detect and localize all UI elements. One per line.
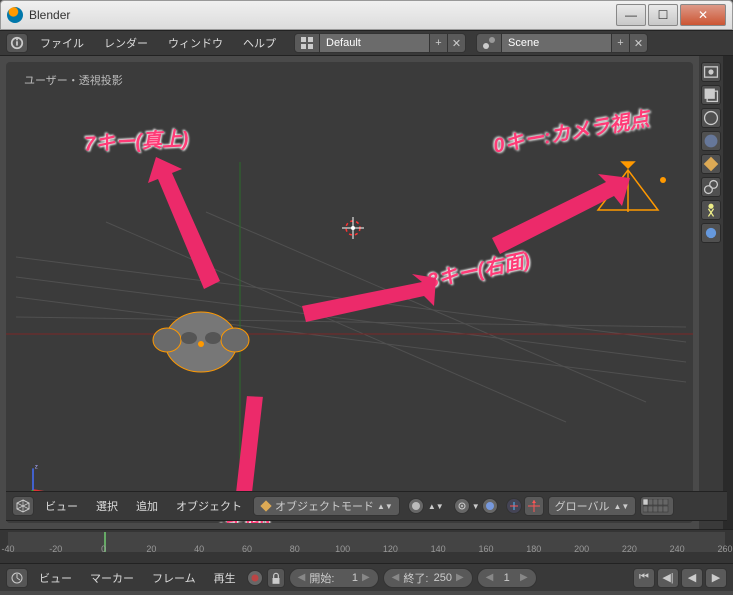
- timeline-tick: -20: [49, 544, 62, 554]
- timeline-tick: 100: [335, 544, 350, 554]
- timeline-tick: 240: [670, 544, 685, 554]
- manipulator-toggle-icon[interactable]: [506, 498, 522, 514]
- screen-layout-slot: Default + ✕: [294, 33, 466, 53]
- mode-label: オブジェクトモード: [275, 498, 374, 514]
- object-tab-icon[interactable]: [701, 154, 721, 174]
- properties-tabs: [699, 56, 723, 529]
- auto-keyframe-icon[interactable]: [247, 570, 263, 586]
- right-border[interactable]: [723, 56, 733, 529]
- timeline-tick: 20: [146, 544, 156, 554]
- frame-current-field[interactable]: ◀ 1 ▶: [477, 568, 537, 588]
- scene-delete-button[interactable]: ✕: [630, 33, 648, 53]
- screen-layout-name[interactable]: Default: [320, 33, 430, 53]
- blender-app-icon: [7, 7, 23, 23]
- frame-start-label: 開始:: [309, 570, 334, 586]
- menu-file[interactable]: ファイル: [32, 31, 92, 55]
- tl-menu-view[interactable]: ビュー: [32, 566, 79, 590]
- vp-menu-object[interactable]: オブジェクト: [169, 494, 249, 518]
- layers-widget[interactable]: [640, 496, 674, 516]
- tl-menu-marker[interactable]: マーカー: [83, 566, 141, 590]
- timeline-tick: -40: [1, 544, 14, 554]
- svg-text:z: z: [35, 463, 38, 470]
- maximize-button[interactable]: ☐: [648, 4, 678, 26]
- menu-render[interactable]: レンダー: [96, 31, 156, 55]
- menu-window[interactable]: ウィンドウ: [160, 31, 231, 55]
- frame-start-value: 1: [352, 572, 358, 584]
- work-area: ユーザー・透視投影: [0, 56, 733, 529]
- timeline-header: ビュー マーカー フレーム 再生 ◀ 開始: 1 ▶ ◀ 終了: 250 ▶ ◀…: [0, 563, 733, 591]
- frame-current-value: 1: [504, 572, 510, 584]
- play-reverse-icon[interactable]: ◀: [681, 568, 703, 588]
- frame-end-field[interactable]: ◀ 終了: 250 ▶: [383, 568, 473, 588]
- timeline-ruler[interactable]: -40-200204060801001201401601802002202402…: [8, 532, 725, 552]
- scene-browse-icon[interactable]: [476, 33, 502, 53]
- screen-layout-delete-button[interactable]: ✕: [448, 33, 466, 53]
- scene-slot: Scene + ✕: [476, 33, 648, 53]
- vp-menu-select[interactable]: 選択: [89, 494, 125, 518]
- window-titlebar: Blender — ☐ ✕: [0, 0, 733, 30]
- shading-solid-icon[interactable]: [408, 498, 424, 514]
- object-mode-icon: [260, 500, 272, 512]
- scene-name[interactable]: Scene: [502, 33, 612, 53]
- timeline-tick: 140: [431, 544, 446, 554]
- layers-tab-icon[interactable]: [701, 85, 721, 105]
- info-header: ファイル レンダー ウィンドウ ヘルプ Default + ✕ Scene + …: [0, 30, 733, 56]
- jump-start-icon[interactable]: ⏮: [633, 568, 655, 588]
- timeline-tick: 80: [290, 544, 300, 554]
- manipulator-translate-icon[interactable]: [524, 496, 544, 516]
- tl-menu-playback[interactable]: 再生: [207, 566, 243, 590]
- timeline-tick: 60: [242, 544, 252, 554]
- timeline-tick: 120: [383, 544, 398, 554]
- play-icon[interactable]: ▶: [705, 568, 727, 588]
- timeline-tick: 260: [717, 544, 732, 554]
- constraints-tab-icon[interactable]: [701, 177, 721, 197]
- viewport-canvas[interactable]: [6, 62, 693, 523]
- frame-end-value: 250: [434, 572, 452, 584]
- transform-orientation-label: グローバル: [555, 498, 610, 514]
- menu-help[interactable]: ヘルプ: [235, 31, 284, 55]
- frame-end-label: 終了:: [403, 570, 428, 586]
- scene-tab-icon[interactable]: [701, 108, 721, 128]
- tl-menu-frame[interactable]: フレーム: [145, 566, 203, 590]
- editor-type-info-icon[interactable]: [6, 33, 28, 53]
- render-tab-icon[interactable]: [701, 62, 721, 82]
- camera-object[interactable]: [598, 162, 666, 212]
- mode-selector[interactable]: オブジェクトモード ▲▼: [253, 496, 400, 516]
- prev-key-icon[interactable]: ◀|: [657, 568, 679, 588]
- data-tab-icon[interactable]: [701, 200, 721, 220]
- transform-orientation[interactable]: グローバル ▲▼: [548, 496, 637, 516]
- vp-menu-add[interactable]: 追加: [129, 494, 165, 518]
- close-button[interactable]: ✕: [680, 4, 726, 26]
- app-title: Blender: [29, 8, 616, 22]
- cursor-3d-icon: [342, 217, 364, 239]
- manipulate-center-icon[interactable]: [482, 498, 498, 514]
- scene-add-button[interactable]: +: [612, 33, 630, 53]
- physics-tab-icon[interactable]: [701, 223, 721, 243]
- timeline-tick: 220: [622, 544, 637, 554]
- pivot-icon[interactable]: [454, 498, 470, 514]
- vp-menu-view[interactable]: ビュー: [38, 494, 85, 518]
- timeline-tick: 0: [101, 544, 106, 554]
- screen-layout-add-button[interactable]: +: [430, 33, 448, 53]
- timeline-tick: 160: [478, 544, 493, 554]
- world-tab-icon[interactable]: [701, 131, 721, 151]
- viewport-3d[interactable]: ユーザー・透視投影: [6, 62, 693, 523]
- timeline-tick: 200: [574, 544, 589, 554]
- viewport-header: ビュー 選択 追加 オブジェクト オブジェクトモード ▲▼ ▲▼ ▼ グローバル…: [6, 491, 727, 521]
- frame-start-field[interactable]: ◀ 開始: 1 ▶: [289, 568, 379, 588]
- timeline-tick: 40: [194, 544, 204, 554]
- keying-lock-icon[interactable]: [267, 568, 285, 588]
- screen-layout-browse-icon[interactable]: [294, 33, 320, 53]
- minimize-button[interactable]: —: [616, 4, 646, 26]
- timeline-tick: 180: [526, 544, 541, 554]
- editor-type-timeline-icon[interactable]: [6, 568, 28, 588]
- editor-type-3dview-icon[interactable]: [12, 496, 34, 516]
- mesh-object[interactable]: [153, 312, 249, 372]
- timeline-area: -40 -20 0 20 40 60 80 100 120 140 160 180 200 220 240 2…: [0, 529, 733, 567]
